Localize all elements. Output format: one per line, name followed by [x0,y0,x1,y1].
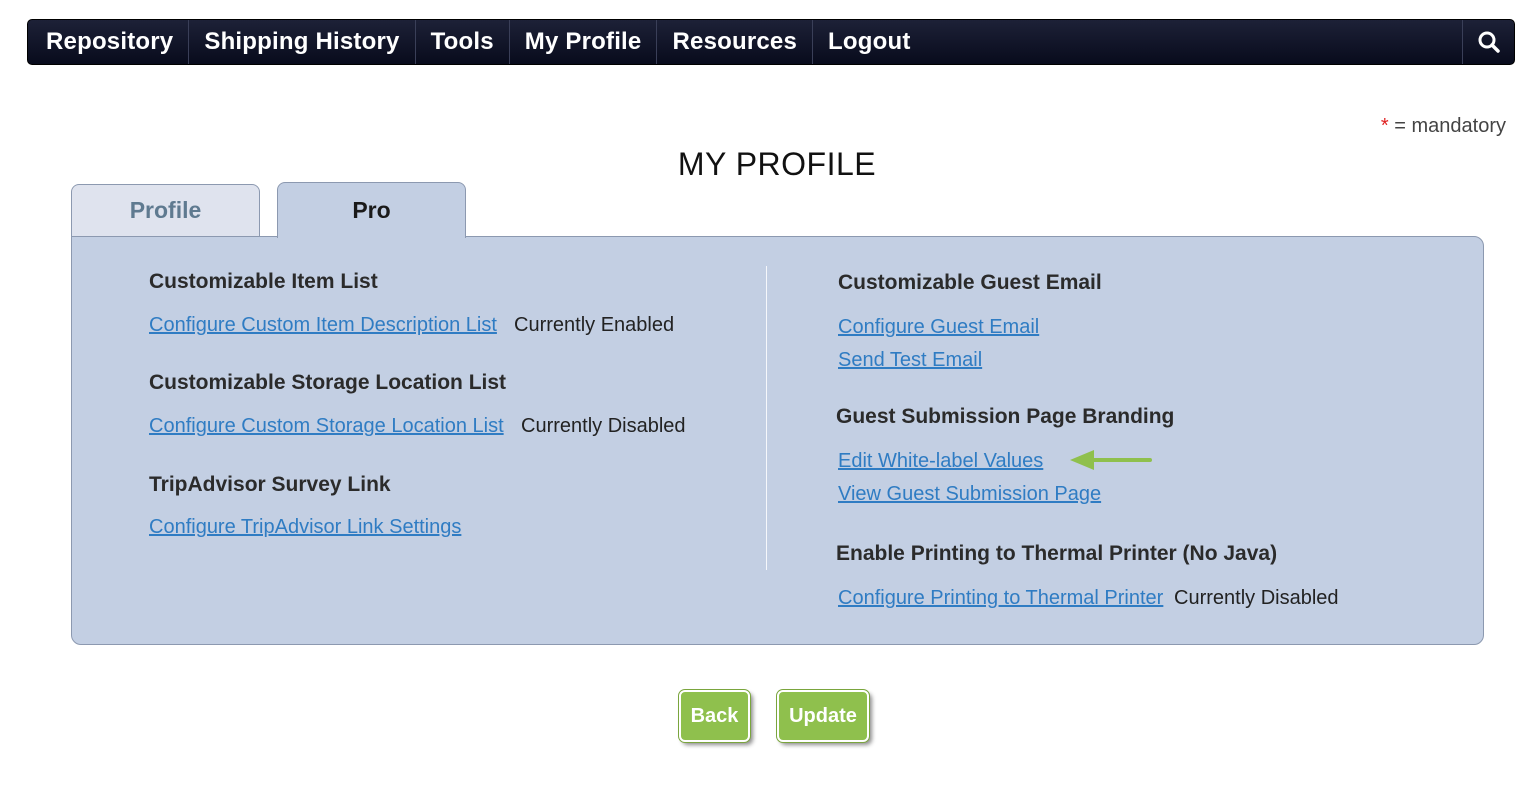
tripadvisor-heading: TripAdvisor Survey Link [149,473,391,496]
item-list-heading: Customizable Item List [149,270,378,293]
nav-shipping-history[interactable]: Shipping History [189,20,416,64]
mandatory-star: * [1380,115,1389,137]
item-list-status: Currently Enabled [514,314,675,336]
storage-list-status: Currently Disabled [521,415,686,437]
thermal-printer-heading: Enable Printing to Thermal Printer (No J… [836,542,1278,565]
nav-resources[interactable]: Resources [657,20,814,64]
top-nav-bar: Repository Shipping History Tools My Pro… [27,19,1515,65]
edit-white-label-link[interactable]: Edit White-label Values [838,450,1043,473]
back-button[interactable]: Back [679,690,750,742]
update-button[interactable]: Update [777,690,869,742]
mandatory-note: * = mandatory [1381,115,1506,138]
branding-heading: Guest Submission Page Branding [836,405,1175,428]
arrow-left-icon [1070,450,1152,470]
nav-logout[interactable]: Logout [813,20,926,64]
storage-list-heading: Customizable Storage Location List [149,371,507,394]
search-icon [1478,31,1500,53]
nav-tools[interactable]: Tools [416,20,510,64]
nav-repository[interactable]: Repository [28,20,190,64]
column-divider [766,266,767,570]
tab-pro[interactable]: Pro [277,182,466,238]
mandatory-text: = mandatory [1388,115,1506,137]
configure-item-description-link[interactable]: Configure Custom Item Description List [149,314,497,337]
view-guest-submission-link[interactable]: View Guest Submission Page [838,483,1101,506]
thermal-printer-status: Currently Disabled [1174,587,1339,609]
tab-profile[interactable]: Profile [71,184,260,236]
guest-email-heading: Customizable Guest Email [838,271,1102,294]
configure-thermal-printer-link[interactable]: Configure Printing to Thermal Printer [838,587,1163,610]
configure-tripadvisor-link[interactable]: Configure TripAdvisor Link Settings [149,516,461,539]
pro-settings-panel [71,236,1484,645]
nav-my-profile[interactable]: My Profile [510,20,658,64]
send-test-email-link[interactable]: Send Test Email [838,349,982,372]
page-title: MY PROFILE [677,146,877,182]
search-button[interactable] [1462,20,1514,64]
configure-guest-email-link[interactable]: Configure Guest Email [838,316,1039,339]
configure-storage-location-link[interactable]: Configure Custom Storage Location List [149,415,504,438]
